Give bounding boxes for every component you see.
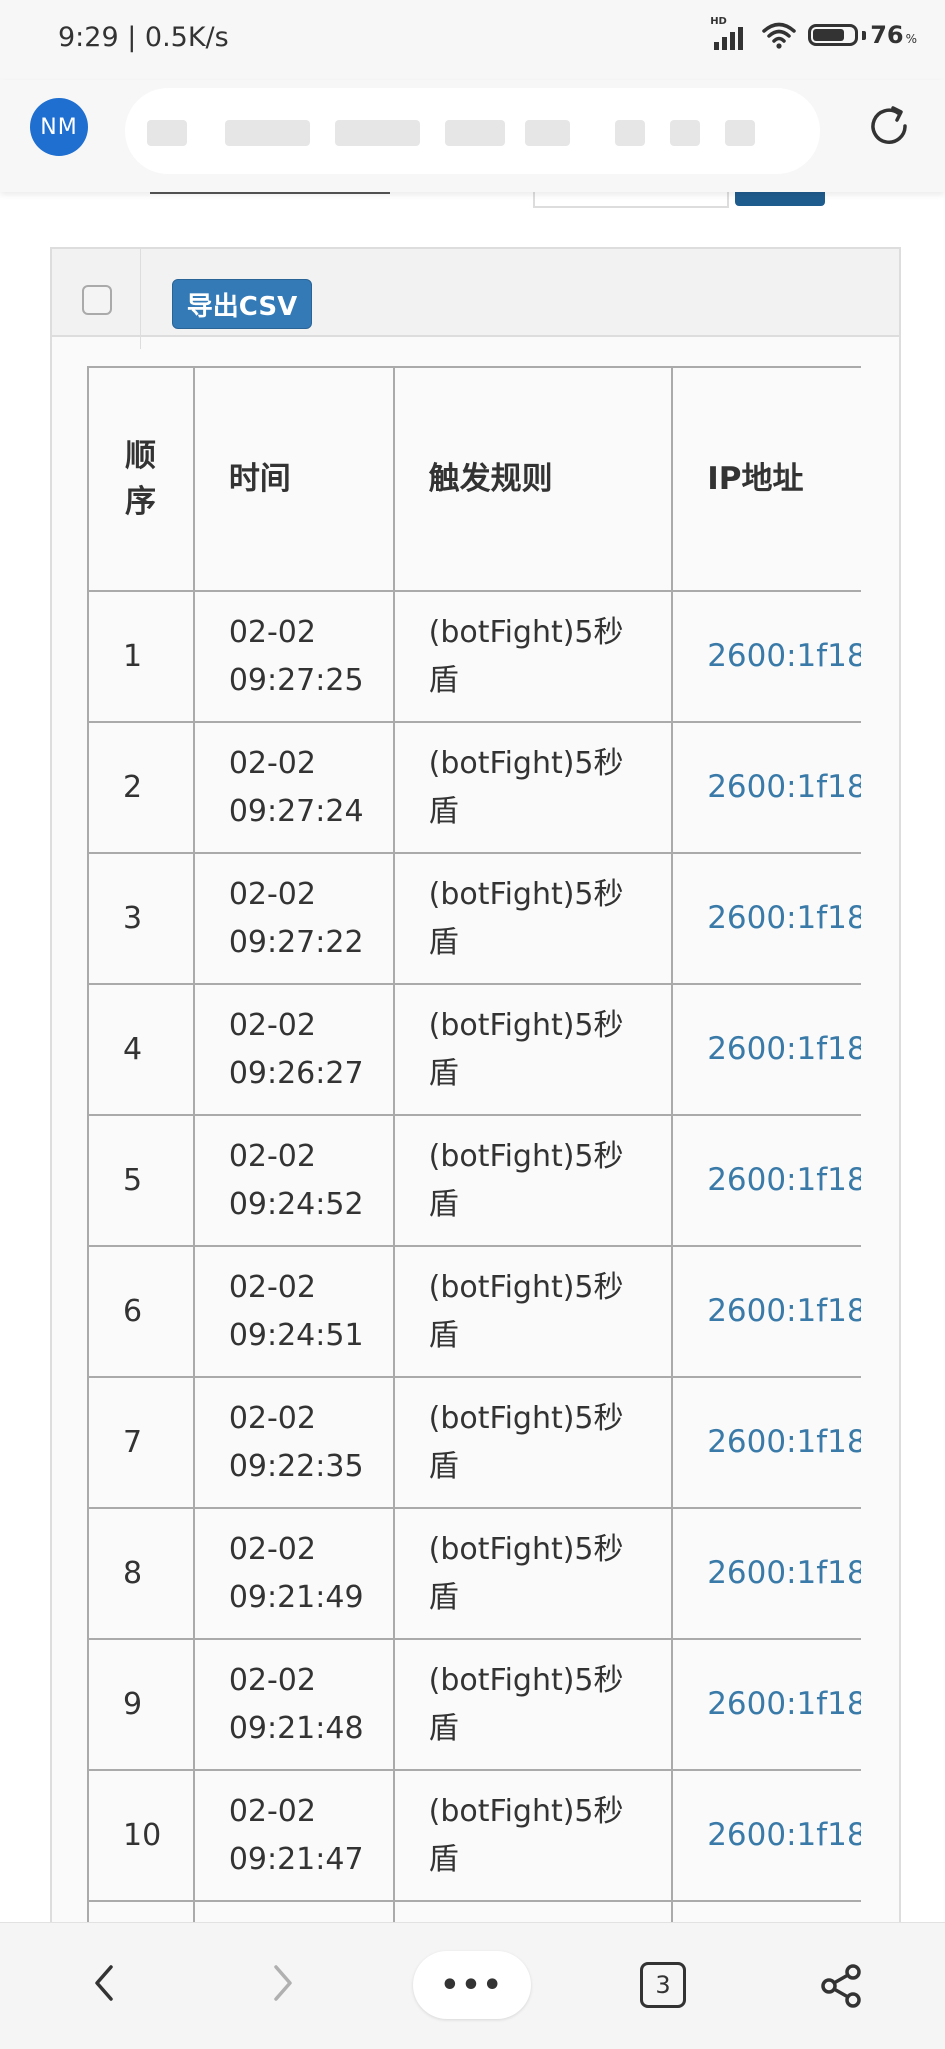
- row-ip: 2600:1f18: [671, 1245, 861, 1378]
- events-panel: 导出CSV 顺序 时间 触发规则 IP地址 1 02-02 09:27:25 (b…: [50, 247, 901, 2031]
- battery-indicator: 76 %: [808, 21, 917, 49]
- row-index: 2: [87, 721, 195, 854]
- tabs-button[interactable]: 3: [640, 1962, 686, 2008]
- row-time: 02-02 09:21:48: [192, 1638, 395, 1771]
- ip-link[interactable]: 2600:1f18: [707, 900, 861, 936]
- row-ip: 2600:1f18: [671, 1114, 861, 1247]
- row-time: 02-02 09:27:25: [192, 590, 395, 723]
- row-index: 10: [87, 1769, 195, 1902]
- ip-link[interactable]: 2600:1f18: [707, 1555, 861, 1591]
- signal-icon: HD: [710, 16, 750, 50]
- select-all-checkbox[interactable]: [82, 285, 112, 315]
- table-row: 5 02-02 09:24:52 (botFight)5秒盾 2600:1f18: [87, 1114, 861, 1247]
- battery-icon: [808, 24, 859, 46]
- table-row: 4 02-02 09:26:27 (botFight)5秒盾 2600:1f18: [87, 983, 861, 1116]
- row-ip: 2600:1f18: [671, 1507, 861, 1640]
- table-row: 8 02-02 09:21:49 (botFight)5秒盾 2600:1f18: [87, 1507, 861, 1640]
- events-table-wrapper[interactable]: 顺序 时间 触发规则 IP地址 1 02-02 09:27:25 (botFigh…: [87, 366, 861, 2029]
- column-header-time[interactable]: 时间: [192, 366, 395, 592]
- row-ip: 2600:1f18: [671, 590, 861, 723]
- table-row: 9 02-02 09:21:48 (botFight)5秒盾 2600:1f18: [87, 1638, 861, 1771]
- ip-link[interactable]: 2600:1f18: [707, 769, 861, 805]
- browser-bottom-nav: ••• 3: [0, 1922, 945, 2049]
- events-table: 顺序 时间 触发规则 IP地址 1 02-02 09:27:25 (botFigh…: [87, 366, 861, 2029]
- table-header-row: 顺序 时间 触发规则 IP地址: [87, 366, 861, 592]
- row-rule: (botFight)5秒盾: [392, 1376, 674, 1509]
- ip-link[interactable]: 2600:1f18: [707, 638, 861, 674]
- row-rule: (botFight)5秒盾: [392, 1114, 674, 1247]
- row-ip: 2600:1f18: [671, 1769, 861, 1902]
- status-icons: HD 76 %: [710, 16, 917, 50]
- row-rule: (botFight)5秒盾: [392, 1245, 674, 1378]
- panel-header: 导出CSV: [52, 249, 899, 337]
- row-ip: 2600:1f18: [671, 1376, 861, 1509]
- share-icon[interactable]: [817, 1961, 867, 2011]
- row-time: 02-02 09:26:27: [192, 983, 395, 1116]
- battery-level: 76: [870, 21, 904, 49]
- row-time: 02-02 09:27:24: [192, 721, 395, 854]
- column-header-ip[interactable]: IP地址: [671, 366, 861, 592]
- table-row: 6 02-02 09:24:51 (botFight)5秒盾 2600:1f18: [87, 1245, 861, 1378]
- export-csv-button[interactable]: 导出CSV: [172, 279, 312, 329]
- row-time: 02-02 09:27:22: [192, 852, 395, 985]
- chevron-left-icon[interactable]: [85, 1963, 125, 2003]
- row-rule: (botFight)5秒盾: [392, 1638, 674, 1771]
- ip-link[interactable]: 2600:1f18: [707, 1817, 861, 1853]
- reload-icon[interactable]: [865, 102, 915, 152]
- row-time: 02-02 09:22:35: [192, 1376, 395, 1509]
- ip-link[interactable]: 2600:1f18: [707, 1424, 861, 1460]
- row-rule: (botFight)5秒盾: [392, 983, 674, 1116]
- row-index: 3: [87, 852, 195, 985]
- row-rule: (botFight)5秒盾: [392, 852, 674, 985]
- table-row: 1 02-02 09:27:25 (botFight)5秒盾 2600:1f18: [87, 590, 861, 723]
- ip-link[interactable]: 2600:1f18: [707, 1162, 861, 1198]
- table-row: 3 02-02 09:27:22 (botFight)5秒盾 2600:1f18: [87, 852, 861, 985]
- row-ip: 2600:1f18: [671, 721, 861, 854]
- table-row: 7 02-02 09:22:35 (botFight)5秒盾 2600:1f18: [87, 1376, 861, 1509]
- status-time-speed: 9:29 | 0.5K/s: [58, 22, 229, 53]
- redacted-url: [147, 120, 187, 146]
- row-time: 02-02 09:24:51: [192, 1245, 395, 1378]
- row-rule: (botFight)5秒盾: [392, 590, 674, 723]
- ip-link[interactable]: 2600:1f18: [707, 1686, 861, 1722]
- table-row: 10 02-02 09:21:47 (botFight)5秒盾 2600:1f18: [87, 1769, 861, 1902]
- ip-link[interactable]: 2600:1f18: [707, 1031, 861, 1067]
- row-rule: (botFight)5秒盾: [392, 1769, 674, 1902]
- column-header-index[interactable]: 顺序: [87, 366, 195, 592]
- browser-toolbar: NM: [0, 80, 945, 192]
- row-time: 02-02 09:21:47: [192, 1769, 395, 1902]
- row-time: 02-02 09:24:52: [192, 1114, 395, 1247]
- row-index: 5: [87, 1114, 195, 1247]
- search-button[interactable]: [735, 192, 825, 206]
- chevron-right-icon[interactable]: [262, 1963, 302, 2003]
- row-rule: (botFight)5秒盾: [392, 721, 674, 854]
- row-time: 02-02 09:21:49: [192, 1507, 395, 1640]
- row-ip: 2600:1f18: [671, 1638, 861, 1771]
- ip-link[interactable]: 2600:1f18: [707, 1293, 861, 1329]
- address-bar[interactable]: [125, 88, 820, 174]
- row-index: 6: [87, 1245, 195, 1378]
- battery-unit: %: [905, 32, 917, 46]
- filter-input[interactable]: [533, 192, 729, 208]
- menu-button[interactable]: •••: [413, 1951, 531, 2019]
- row-index: 1: [87, 590, 195, 723]
- wifi-icon: [762, 21, 796, 49]
- row-ip: 2600:1f18: [671, 983, 861, 1116]
- column-header-rule[interactable]: 触发规则: [392, 366, 674, 592]
- network-type-label: HD: [710, 16, 727, 27]
- row-index: 7: [87, 1376, 195, 1509]
- row-rule: (botFight)5秒盾: [392, 1507, 674, 1640]
- table-row: 2 02-02 09:27:24 (botFight)5秒盾 2600:1f18: [87, 721, 861, 854]
- row-index: 9: [87, 1638, 195, 1771]
- avatar[interactable]: NM: [30, 98, 88, 156]
- row-index: 4: [87, 983, 195, 1116]
- row-ip: 2600:1f18: [671, 852, 861, 985]
- row-index: 8: [87, 1507, 195, 1640]
- status-bar: 9:29 | 0.5K/s HD 76 %: [0, 0, 945, 80]
